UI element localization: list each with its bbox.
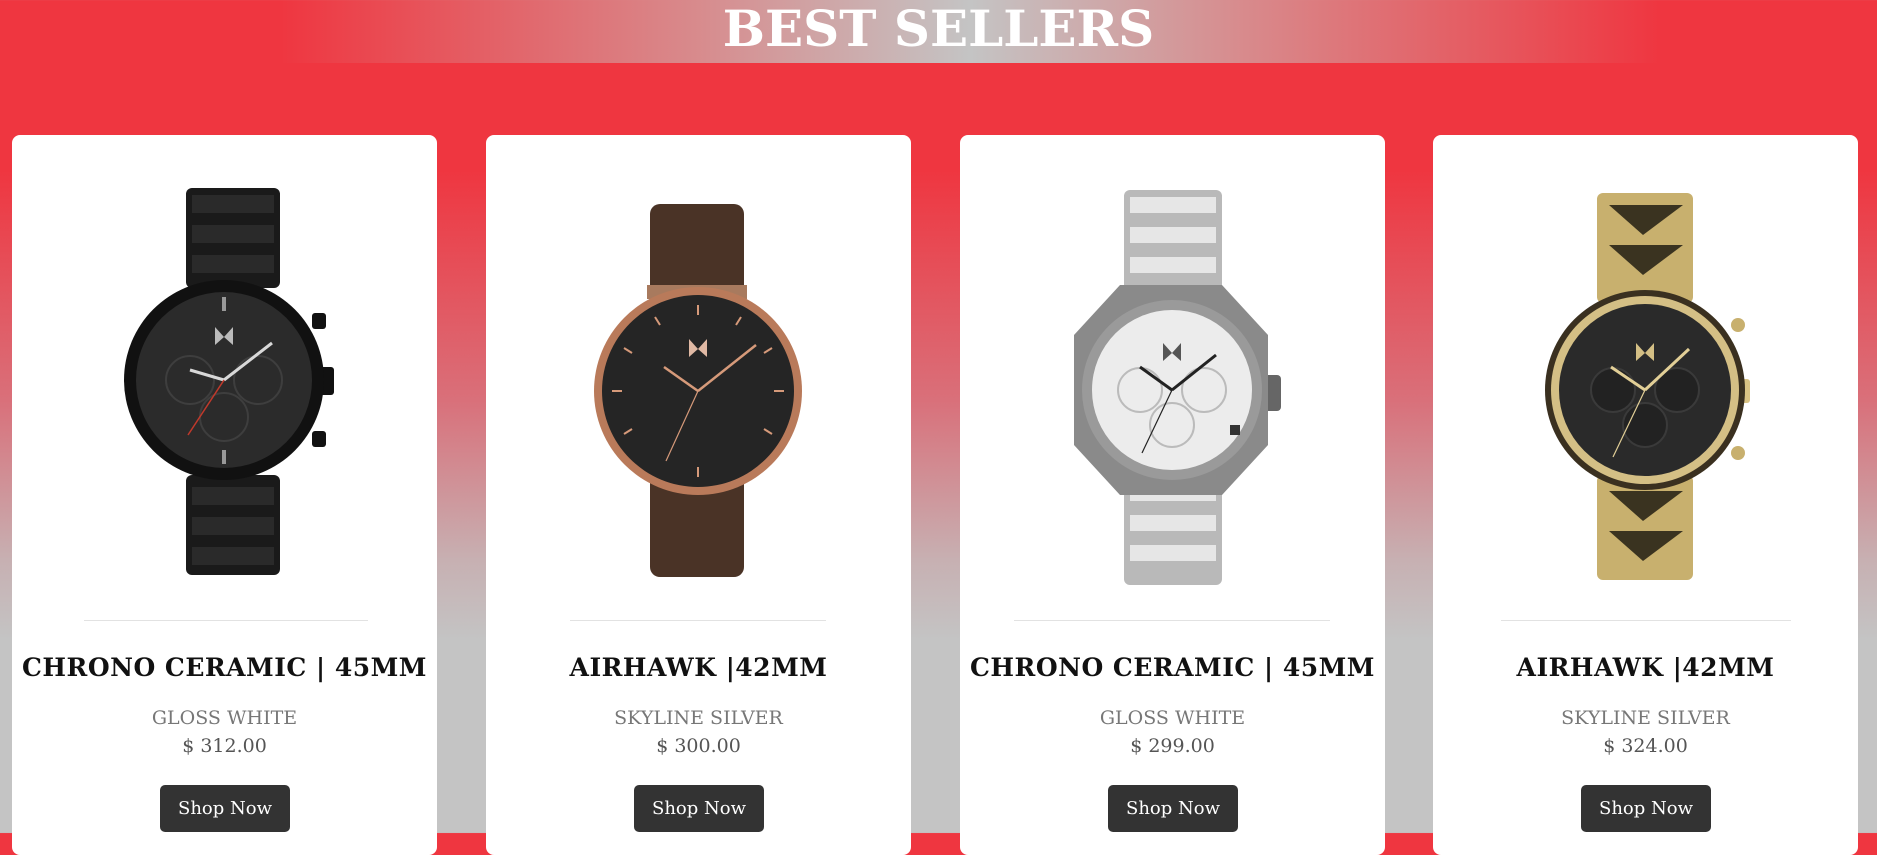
product-name[interactable]: AIRHAWK |42MM xyxy=(486,653,911,682)
page-title: BEST SELLERS xyxy=(722,0,1155,58)
card-divider xyxy=(1501,620,1791,621)
product-card[interactable]: CHRONO CERAMIC | 45MM GLOSS WHITE $ 312.… xyxy=(12,135,437,855)
product-name[interactable]: CHRONO CERAMIC | 45MM xyxy=(960,653,1385,682)
product-card[interactable]: AIRHAWK |42MM SKYLINE SILVER $ 300.00 Sh… xyxy=(486,135,911,855)
product-image[interactable] xyxy=(12,135,437,615)
card-divider xyxy=(570,620,826,621)
product-price: $ 300.00 xyxy=(656,735,741,757)
product-name[interactable]: AIRHAWK |42MM xyxy=(1433,653,1858,682)
product-variant: GLOSS WHITE xyxy=(1099,707,1246,729)
shop-now-button[interactable]: Shop Now xyxy=(1108,785,1238,832)
product-image[interactable] xyxy=(486,135,911,615)
product-variant: SKYLINE SILVER xyxy=(1561,707,1730,729)
product-image[interactable] xyxy=(1433,135,1858,615)
shop-now-button[interactable]: Shop Now xyxy=(160,785,290,832)
product-card[interactable]: CHRONO CERAMIC | 45MM GLOSS WHITE $ 299.… xyxy=(960,135,1385,855)
product-image[interactable] xyxy=(960,135,1385,615)
product-variant: SKYLINE SILVER xyxy=(614,707,783,729)
product-name[interactable]: CHRONO CERAMIC | 45MM xyxy=(12,653,437,682)
product-variant: GLOSS WHITE xyxy=(151,707,298,729)
shop-now-button[interactable]: Shop Now xyxy=(1581,785,1711,832)
card-divider xyxy=(84,620,368,621)
product-price: $ 299.00 xyxy=(1130,735,1215,757)
product-price: $ 312.00 xyxy=(182,735,267,757)
product-price: $ 324.00 xyxy=(1603,735,1688,757)
card-divider xyxy=(1014,620,1330,621)
shop-now-button[interactable]: Shop Now xyxy=(634,785,764,832)
product-card[interactable]: AIRHAWK |42MM SKYLINE SILVER $ 324.00 Sh… xyxy=(1433,135,1858,855)
